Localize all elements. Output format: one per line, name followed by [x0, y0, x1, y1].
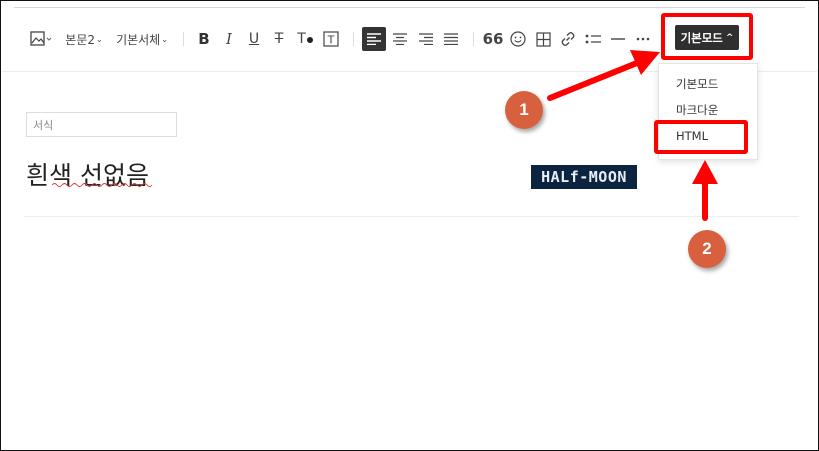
step-1-label: 1: [519, 100, 529, 119]
annotation-step-2-badge: 2: [688, 230, 726, 268]
step-2-label: 2: [702, 239, 712, 258]
annotation-step-1-badge: 1: [505, 91, 543, 129]
annotation-arrows: [547, 50, 718, 221]
